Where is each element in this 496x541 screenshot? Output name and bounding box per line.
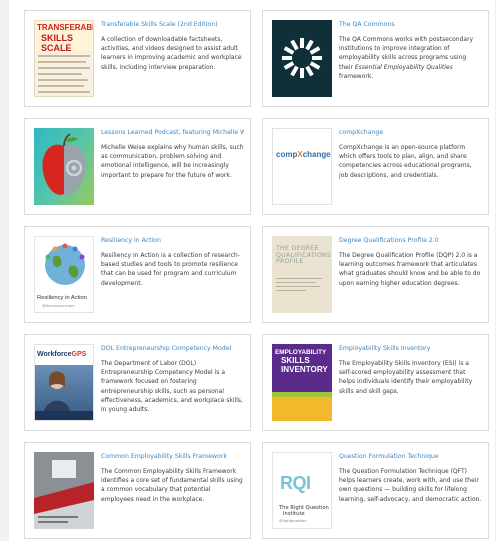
resource-card: compXchange compXchange CompXchange is a… (262, 118, 489, 215)
resource-title-link[interactable]: Transferable Skills Scale (2nd Edition) (101, 21, 244, 29)
resource-title-link[interactable]: Employability Skills Inventory (339, 345, 482, 353)
resource-card: Lessons Learned Podcast, featuring Miche… (24, 118, 251, 215)
resource-thumbnail[interactable] (34, 128, 94, 205)
thumbnail-subcaption: @rightquestion (279, 519, 307, 523)
thumbnail-text: EMPLOYABILITY SKILLS INVENTORY (275, 349, 328, 374)
resource-title-link[interactable]: Degree Qualifications Profile 2.0 (339, 237, 482, 245)
workforcegps-logo: WorkforceGPS (37, 351, 87, 358)
resource-card: Resiliency in Action @themescorecom Resi… (24, 226, 251, 323)
resource-title-link[interactable]: Lessons Learned Podcast, featuring Miche… (101, 129, 244, 137)
resource-thumbnail[interactable]: WorkforceGPS (34, 344, 94, 421)
resource-description: Michelle Weise explains why human skills… (101, 144, 244, 179)
resource-title-link[interactable]: compXchange (339, 129, 482, 137)
framework-cover-icon (34, 452, 94, 529)
resource-description: A collection of downloadable factsheets,… (101, 36, 242, 71)
rqi-logo: RQI (280, 473, 311, 493)
resource-description: The Question Formulation Technique (QFT)… (339, 468, 482, 503)
resource-title-link[interactable]: Resiliency in Action (101, 237, 244, 245)
qa-commons-logo-icon (282, 38, 322, 78)
resource-description: Resiliency in Action is a collection of … (101, 252, 240, 287)
thumbnail-photo (35, 365, 93, 415)
resource-thumbnail[interactable]: RQI The Right Question Institute @rightq… (272, 452, 332, 529)
resource-thumbnail[interactable] (272, 20, 332, 97)
thumbnail-text: THE DEGREE QUALIFICATIONS PROFILE (276, 245, 332, 266)
resource-thumbnail[interactable]: compXchange (272, 128, 332, 205)
resource-card: THE DEGREE QUALIFICATIONS PROFILE Degree… (262, 226, 489, 323)
thumbnail-caption: Resiliency in Action (37, 295, 87, 301)
thumbnail-text: The Right Question Institute (279, 505, 329, 518)
resource-thumbnail[interactable]: TRANSFERABLE SKILLS SCALE (34, 20, 94, 97)
resource-title-link[interactable]: The QA Commons (339, 21, 482, 29)
compxchange-logo: compXchange (276, 150, 331, 159)
apple-gear-icon (42, 133, 86, 195)
resource-thumbnail[interactable] (34, 452, 94, 529)
resource-description: The QA Commons works with postsecondary … (339, 36, 474, 80)
thumbnail-text: TRANSFERABLE (37, 23, 93, 32)
resource-thumbnail[interactable]: EMPLOYABILITY SKILLS INVENTORY (272, 344, 332, 421)
resource-title-link[interactable]: DOL Entrepreneurship Competency Model (101, 345, 244, 353)
resource-card: EMPLOYABILITY SKILLS INVENTORY Employabi… (262, 334, 489, 431)
resource-card: RQI The Right Question Institute @rightq… (262, 442, 489, 539)
thumbnail-text: SKILLS SCALE (41, 33, 74, 53)
resource-grid: TRANSFERABLE SKILLS SCALE Transferable S… (24, 10, 489, 539)
resource-description: The Employability Skills Inventory (ESI)… (339, 360, 473, 395)
resource-description: CompXchange is an open-source platform w… (339, 144, 472, 179)
resource-title-link[interactable]: Common Employability Skills Framework (101, 453, 244, 461)
thumbnail-subcaption: @themescorecom (42, 304, 75, 308)
resource-card: WorkforceGPS DOL Entrepreneurship Compet… (24, 334, 251, 431)
resource-thumbnail[interactable]: Resiliency in Action @themescorecom (34, 236, 94, 313)
resource-card: Common Employability Skills Framework Th… (24, 442, 251, 539)
globe-people-icon (45, 243, 85, 285)
resource-description: The Degree Qualification Profile (DQP) 2… (339, 252, 481, 287)
resource-card: TRANSFERABLE SKILLS SCALE Transferable S… (24, 10, 251, 107)
resource-description: The Common Employability Skills Framewor… (101, 468, 243, 503)
resource-description: The Department of Labor (DOL) Entreprene… (101, 360, 243, 414)
resource-card: The QA Commons The QA Commons works with… (262, 10, 489, 107)
resource-title-link[interactable]: Question Formulation Technique (339, 453, 482, 461)
resource-thumbnail[interactable]: THE DEGREE QUALIFICATIONS PROFILE (272, 236, 332, 313)
